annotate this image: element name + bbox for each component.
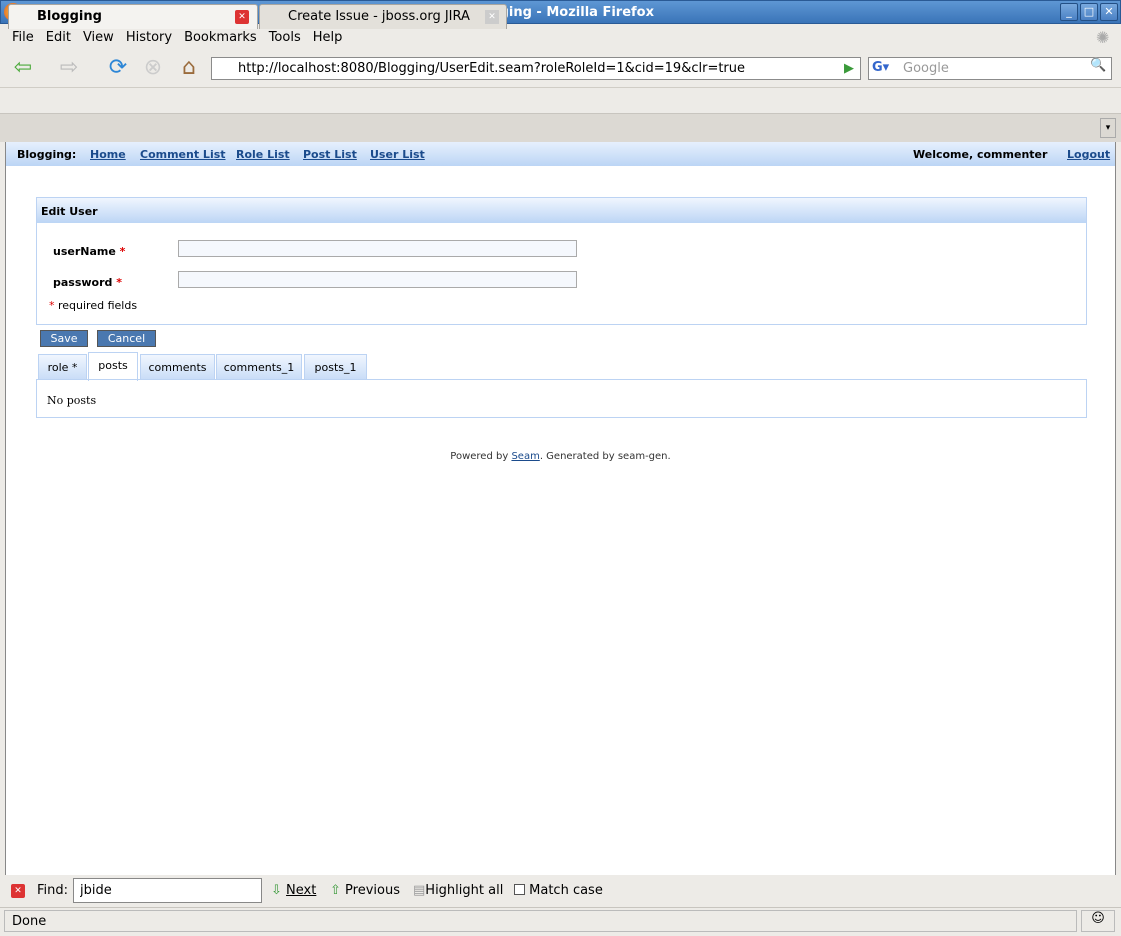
tab-label: Create Issue - jboss.org JIRA bbox=[288, 9, 470, 24]
google-engine-icon[interactable]: G▾ bbox=[872, 60, 889, 75]
match-case-checkbox[interactable]: Match case bbox=[514, 883, 603, 898]
search-input[interactable]: Google bbox=[868, 57, 1112, 80]
reload-button[interactable]: ⟳ bbox=[105, 55, 131, 81]
menu-view[interactable]: View bbox=[83, 30, 114, 45]
tab-panel: No posts bbox=[36, 379, 1087, 418]
back-button[interactable]: ⇦ bbox=[10, 55, 36, 81]
arrow-down-icon: ⇩ bbox=[271, 883, 282, 898]
close-find-icon[interactable]: ✕ bbox=[11, 884, 25, 898]
highlight-all-button[interactable]: ▤Highlight all bbox=[413, 883, 503, 898]
url-bar[interactable]: http://localhost:8080/Blogging/UserEdit.… bbox=[211, 57, 861, 80]
security-icon: ☺ bbox=[1081, 910, 1115, 932]
maximize-button[interactable]: □ bbox=[1080, 3, 1098, 21]
nav-role-list-link[interactable]: Role List bbox=[236, 142, 290, 168]
find-input[interactable] bbox=[73, 878, 262, 903]
status-text: Done bbox=[4, 910, 1077, 932]
status-bar: Done ☺ bbox=[0, 907, 1121, 936]
menu-file[interactable]: File bbox=[12, 30, 34, 45]
find-label: Find: bbox=[37, 883, 69, 898]
logout-link[interactable]: Logout bbox=[1067, 142, 1110, 168]
highlight-icon: ▤ bbox=[413, 883, 426, 898]
welcome-text: Welcome, commenter bbox=[913, 148, 1048, 161]
arrow-up-icon: ⇧ bbox=[330, 883, 341, 898]
menu-tools[interactable]: Tools bbox=[269, 30, 301, 45]
no-posts-text: No posts bbox=[47, 394, 97, 407]
forward-button[interactable]: ⇨ bbox=[56, 55, 82, 81]
checkbox-icon bbox=[514, 884, 525, 895]
panel-title: Edit User bbox=[37, 198, 1086, 223]
menu-bookmarks[interactable]: Bookmarks bbox=[184, 30, 257, 45]
search-go-button[interactable]: 🔍 bbox=[1086, 58, 1111, 79]
close-tab-icon[interactable]: ✕ bbox=[235, 10, 249, 24]
tab-label: Blogging bbox=[37, 9, 102, 24]
username-input[interactable] bbox=[178, 240, 577, 257]
tab-bar bbox=[0, 113, 1121, 142]
home-button[interactable]: ⌂ bbox=[176, 55, 202, 81]
menu-help[interactable]: Help bbox=[313, 30, 343, 45]
menu-edit[interactable]: Edit bbox=[46, 30, 71, 45]
password-input[interactable] bbox=[178, 271, 577, 288]
close-window-button[interactable]: ✕ bbox=[1100, 3, 1118, 21]
tab-list-button[interactable]: ▾ bbox=[1100, 118, 1116, 138]
nav-home-link[interactable]: Home bbox=[90, 142, 126, 168]
go-button[interactable]: ▶ bbox=[838, 58, 860, 79]
minimize-button[interactable]: _ bbox=[1060, 3, 1078, 21]
tab-jira[interactable]: Create Issue - jboss.org JIRA ✕ bbox=[259, 4, 507, 29]
find-bar: ✕ Find: ⇩ Next ⇧ Previous ▤Highlight all… bbox=[0, 876, 1121, 906]
throbber-icon: ✺ bbox=[1096, 28, 1110, 47]
site-nav: Blogging: Home Comment List Role List Po… bbox=[6, 142, 1115, 166]
tab-posts[interactable]: posts bbox=[88, 352, 138, 381]
tab-comments-1[interactable]: comments_1 bbox=[216, 354, 302, 380]
edit-user-panel: Edit User userName * password * * requir… bbox=[36, 197, 1087, 325]
stop-button[interactable]: ⊗ bbox=[140, 55, 166, 81]
nav-post-list-link[interactable]: Post List bbox=[303, 142, 357, 168]
username-label: userName * bbox=[53, 245, 126, 258]
close-tab-icon[interactable]: ✕ bbox=[485, 10, 499, 24]
url-text: http://localhost:8080/Blogging/UserEdit.… bbox=[238, 61, 746, 76]
page-content: Blogging: Home Comment List Role List Po… bbox=[5, 142, 1116, 875]
nav-comment-list-link[interactable]: Comment List bbox=[140, 142, 226, 168]
password-label: password * bbox=[53, 276, 123, 289]
site-brand: Blogging: bbox=[17, 148, 77, 161]
required-note: * required fields bbox=[49, 299, 138, 312]
find-previous-button[interactable]: ⇧ Previous bbox=[330, 883, 400, 898]
menu-history[interactable]: History bbox=[126, 30, 172, 45]
find-next-button[interactable]: ⇩ Next bbox=[271, 883, 316, 898]
cancel-button[interactable]: Cancel bbox=[97, 330, 156, 347]
tab-comments[interactable]: comments bbox=[140, 354, 215, 380]
search-placeholder: Google bbox=[903, 61, 949, 76]
footer: Powered by Seam. Generated by seam-gen. bbox=[450, 451, 671, 462]
tab-role[interactable]: role * bbox=[38, 354, 87, 380]
save-button[interactable]: Save bbox=[40, 330, 88, 347]
tab-blogging[interactable]: Blogging ✕ bbox=[8, 4, 258, 29]
nav-user-list-link[interactable]: User List bbox=[370, 142, 425, 168]
tab-posts-1[interactable]: posts_1 bbox=[304, 354, 367, 380]
seam-link[interactable]: Seam bbox=[511, 451, 539, 462]
